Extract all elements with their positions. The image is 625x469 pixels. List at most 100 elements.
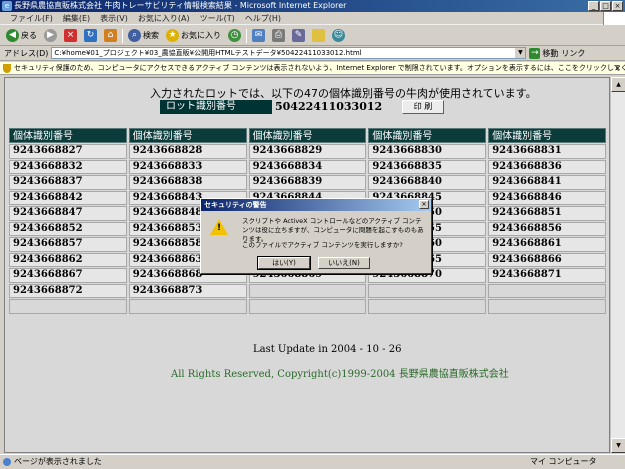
id-cell: 9243668846 [488,190,606,205]
id-cell: 9243668834 [248,159,367,174]
back-button[interactable]: ◀ 戻る [4,28,39,44]
warning-icon: ! [210,219,228,235]
toolbar-separator [122,28,123,43]
menu-bar: ファイル(F) 編集(E) 表示(V) お気に入り(A) ツール(T) ヘルプ(… [0,12,625,25]
favorites-label: お気に入り [181,31,221,40]
search-label: 検索 [143,31,159,40]
minimize-button[interactable]: _ [588,1,599,11]
column-header: 個体識別番号 [248,128,367,143]
intro-text: 入力されたロットでは、以下の47の個体識別番号の牛肉が使用されています。 [150,87,537,100]
id-cell: 9243668829 [248,144,367,159]
id-cell [248,299,367,314]
menu-help[interactable]: ヘルプ(H) [245,12,281,24]
favorites-button[interactable]: ★ お気に入り [164,28,223,44]
column-header: 個体識別番号 [128,128,247,143]
maximize-button[interactable]: □ [600,1,611,11]
messenger-button[interactable]: ☺ [330,28,347,44]
links-label[interactable]: リンク [561,48,585,59]
refresh-button[interactable]: ↻ [82,28,99,44]
id-cell: 9243668847 [9,206,127,221]
id-cell: 9243668841 [488,175,606,190]
stop-button[interactable]: × [62,28,79,44]
print-toolbar-button[interactable]: ⎙ [270,28,287,44]
dialog-question: このファイルでアクティブ コンテンツを実行しますか? [242,241,403,249]
home-icon: ⌂ [104,29,117,42]
no-button[interactable]: いいえ(N) [318,257,370,269]
history-icon: ◷ [228,29,241,42]
search-icon: ⌕ [128,29,141,42]
id-cell: 9243668842 [9,190,127,205]
id-cell [128,299,247,314]
information-bar[interactable]: セキュリティ保護のため、コンピュータにアクセスできるアクティブ コンテンツは表示… [0,62,625,75]
menu-tools[interactable]: ツール(T) [200,12,235,24]
column-header: 個体識別番号 [368,128,487,143]
column-header: 個体識別番号 [488,128,606,143]
refresh-icon: ↻ [84,29,97,42]
close-infobar-icon[interactable]: ✕ [614,62,621,74]
folder-button[interactable] [310,28,327,44]
security-zone: マイ コンピュータ [530,457,597,466]
table-row: 9243668827 9243668828 9243668829 9243668830… [9,143,608,159]
menu-edit[interactable]: 編集(E) [63,12,90,24]
table-row: 9243668832 9243668833 9243668834 9243668835… [9,159,608,174]
address-input[interactable]: C:¥home¥01_プロジェクト¥03_農協直販¥公開用HTMLテストデータ¥… [51,47,527,59]
column-header: 個体識別番号 [9,128,127,143]
menu-view[interactable]: 表示(V) [100,12,128,24]
id-cell: 9243668872 [9,283,127,298]
print-button[interactable]: 印 刷 [402,100,444,114]
window-titlebar: e 長野県農協直販株式会社 牛肉トレーサビリティ情報検索結果 - Microso… [0,0,625,12]
messenger-icon: ☺ [332,29,345,42]
infobar-text: セキュリティ保護のため、コンピュータにアクセスできるアクティブ コンテンツは表示… [14,64,625,72]
edit-icon: ✎ [292,29,305,42]
id-cell: 9243668866 [488,252,606,267]
last-update: Last Update in 2004 - 10 - 26 [253,344,402,355]
vertical-scrollbar[interactable]: ▲ ▼ [610,77,625,453]
id-cell: 9243668852 [9,221,127,236]
forward-button[interactable]: ▶ [42,28,59,44]
id-cell [248,283,367,298]
go-button[interactable]: → 移動 [529,47,558,59]
history-button[interactable]: ◷ [226,28,243,44]
yes-button[interactable]: はい(Y) [257,256,311,270]
menu-file[interactable]: ファイル(F) [10,12,53,24]
address-url: C:¥home¥01_プロジェクト¥03_農協直販¥公開用HTMLテストデータ¥… [54,49,362,57]
status-text: ページが表示されました [14,457,102,466]
scroll-up-icon[interactable]: ▲ [611,77,625,92]
id-cell: 9243668839 [248,175,367,190]
home-button[interactable]: ⌂ [102,28,119,44]
security-warning-dialog: セキュリティの警告 ✕ ! スクリプトや ActiveX コントロールなどのアク… [200,198,432,274]
id-cell: 9243668832 [9,159,127,174]
address-dropdown-icon[interactable]: ▼ [515,48,526,58]
id-cell: 9243668835 [368,159,487,174]
address-bar: アドレス(D) C:¥home¥01_プロジェクト¥03_農協直販¥公開用HTM… [0,46,625,61]
id-cell: 9243668867 [9,268,127,283]
printer-icon: ⎙ [272,29,285,42]
id-cell [488,299,606,314]
search-button[interactable]: ⌕ 検索 [126,28,161,44]
copyright: All Rights Reserved, Copyright(c)1999-20… [171,369,509,380]
table-row: 9243668837 9243668838 9243668839 9243668840… [9,174,608,190]
stop-icon: × [64,29,77,42]
id-cell [368,299,487,314]
dialog-title: セキュリティの警告 [201,199,431,211]
scroll-down-icon[interactable]: ▼ [611,438,625,453]
id-cell: 9243668862 [9,252,127,267]
back-arrow-icon: ◀ [6,29,19,42]
window-title: 長野県農協直販株式会社 牛肉トレーサビリティ情報検索結果 - Microsoft… [14,1,347,10]
mail-button[interactable]: ✉ [250,28,267,44]
id-cell [368,283,487,298]
lot-value: 50422411033012 [275,100,383,113]
dialog-close-button[interactable]: ✕ [419,200,429,209]
edit-button[interactable]: ✎ [290,28,307,44]
table-row [9,298,608,314]
shield-icon [3,64,11,73]
page-icon [3,458,11,466]
favorites-star-icon: ★ [166,29,179,42]
table-row: 9243668872 9243668873 [9,283,608,298]
table-header-row: 個体識別番号 個体識別番号 個体識別番号 個体識別番号 個体識別番号 [9,128,608,143]
menu-favorites[interactable]: お気に入り(A) [138,12,190,24]
folder-icon [312,29,325,42]
id-cell: 9243668838 [128,175,247,190]
close-window-button[interactable]: × [612,1,623,11]
forward-arrow-icon: ▶ [44,29,57,42]
